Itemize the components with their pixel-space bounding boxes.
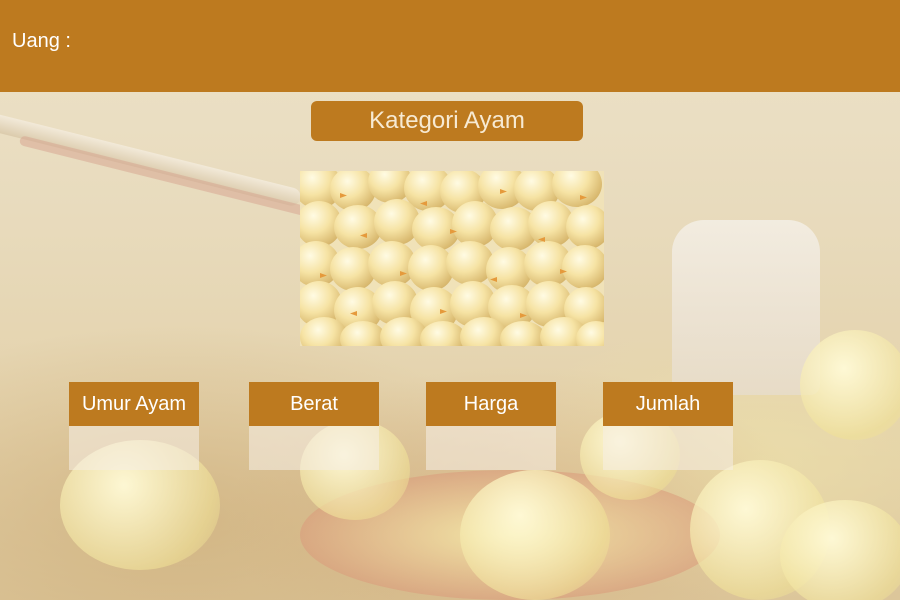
background-chick [800, 330, 900, 440]
stat-jumlah: Jumlah [603, 382, 733, 470]
stat-berat-label: Berat [249, 382, 379, 426]
stat-berat: Berat [249, 382, 379, 470]
background-chick [460, 470, 610, 600]
stat-berat-value [249, 426, 379, 470]
background-feeder [672, 220, 820, 395]
stat-harga-label: Harga [426, 382, 556, 426]
top-bar: Uang : [0, 0, 900, 92]
background-pipe-shadow [18, 135, 313, 218]
stat-umur-ayam-label: Umur Ayam [69, 382, 199, 426]
stat-umur-ayam-value [69, 426, 199, 470]
stat-umur-ayam: Umur Ayam [69, 382, 199, 470]
stat-jumlah-value [603, 426, 733, 470]
money-label: Uang : [12, 30, 71, 52]
chicks-photo [300, 171, 604, 346]
stat-harga: Harga [426, 382, 556, 470]
category-title: Kategori Ayam [311, 101, 583, 141]
stat-harga-value [426, 426, 556, 470]
stat-jumlah-label: Jumlah [603, 382, 733, 426]
